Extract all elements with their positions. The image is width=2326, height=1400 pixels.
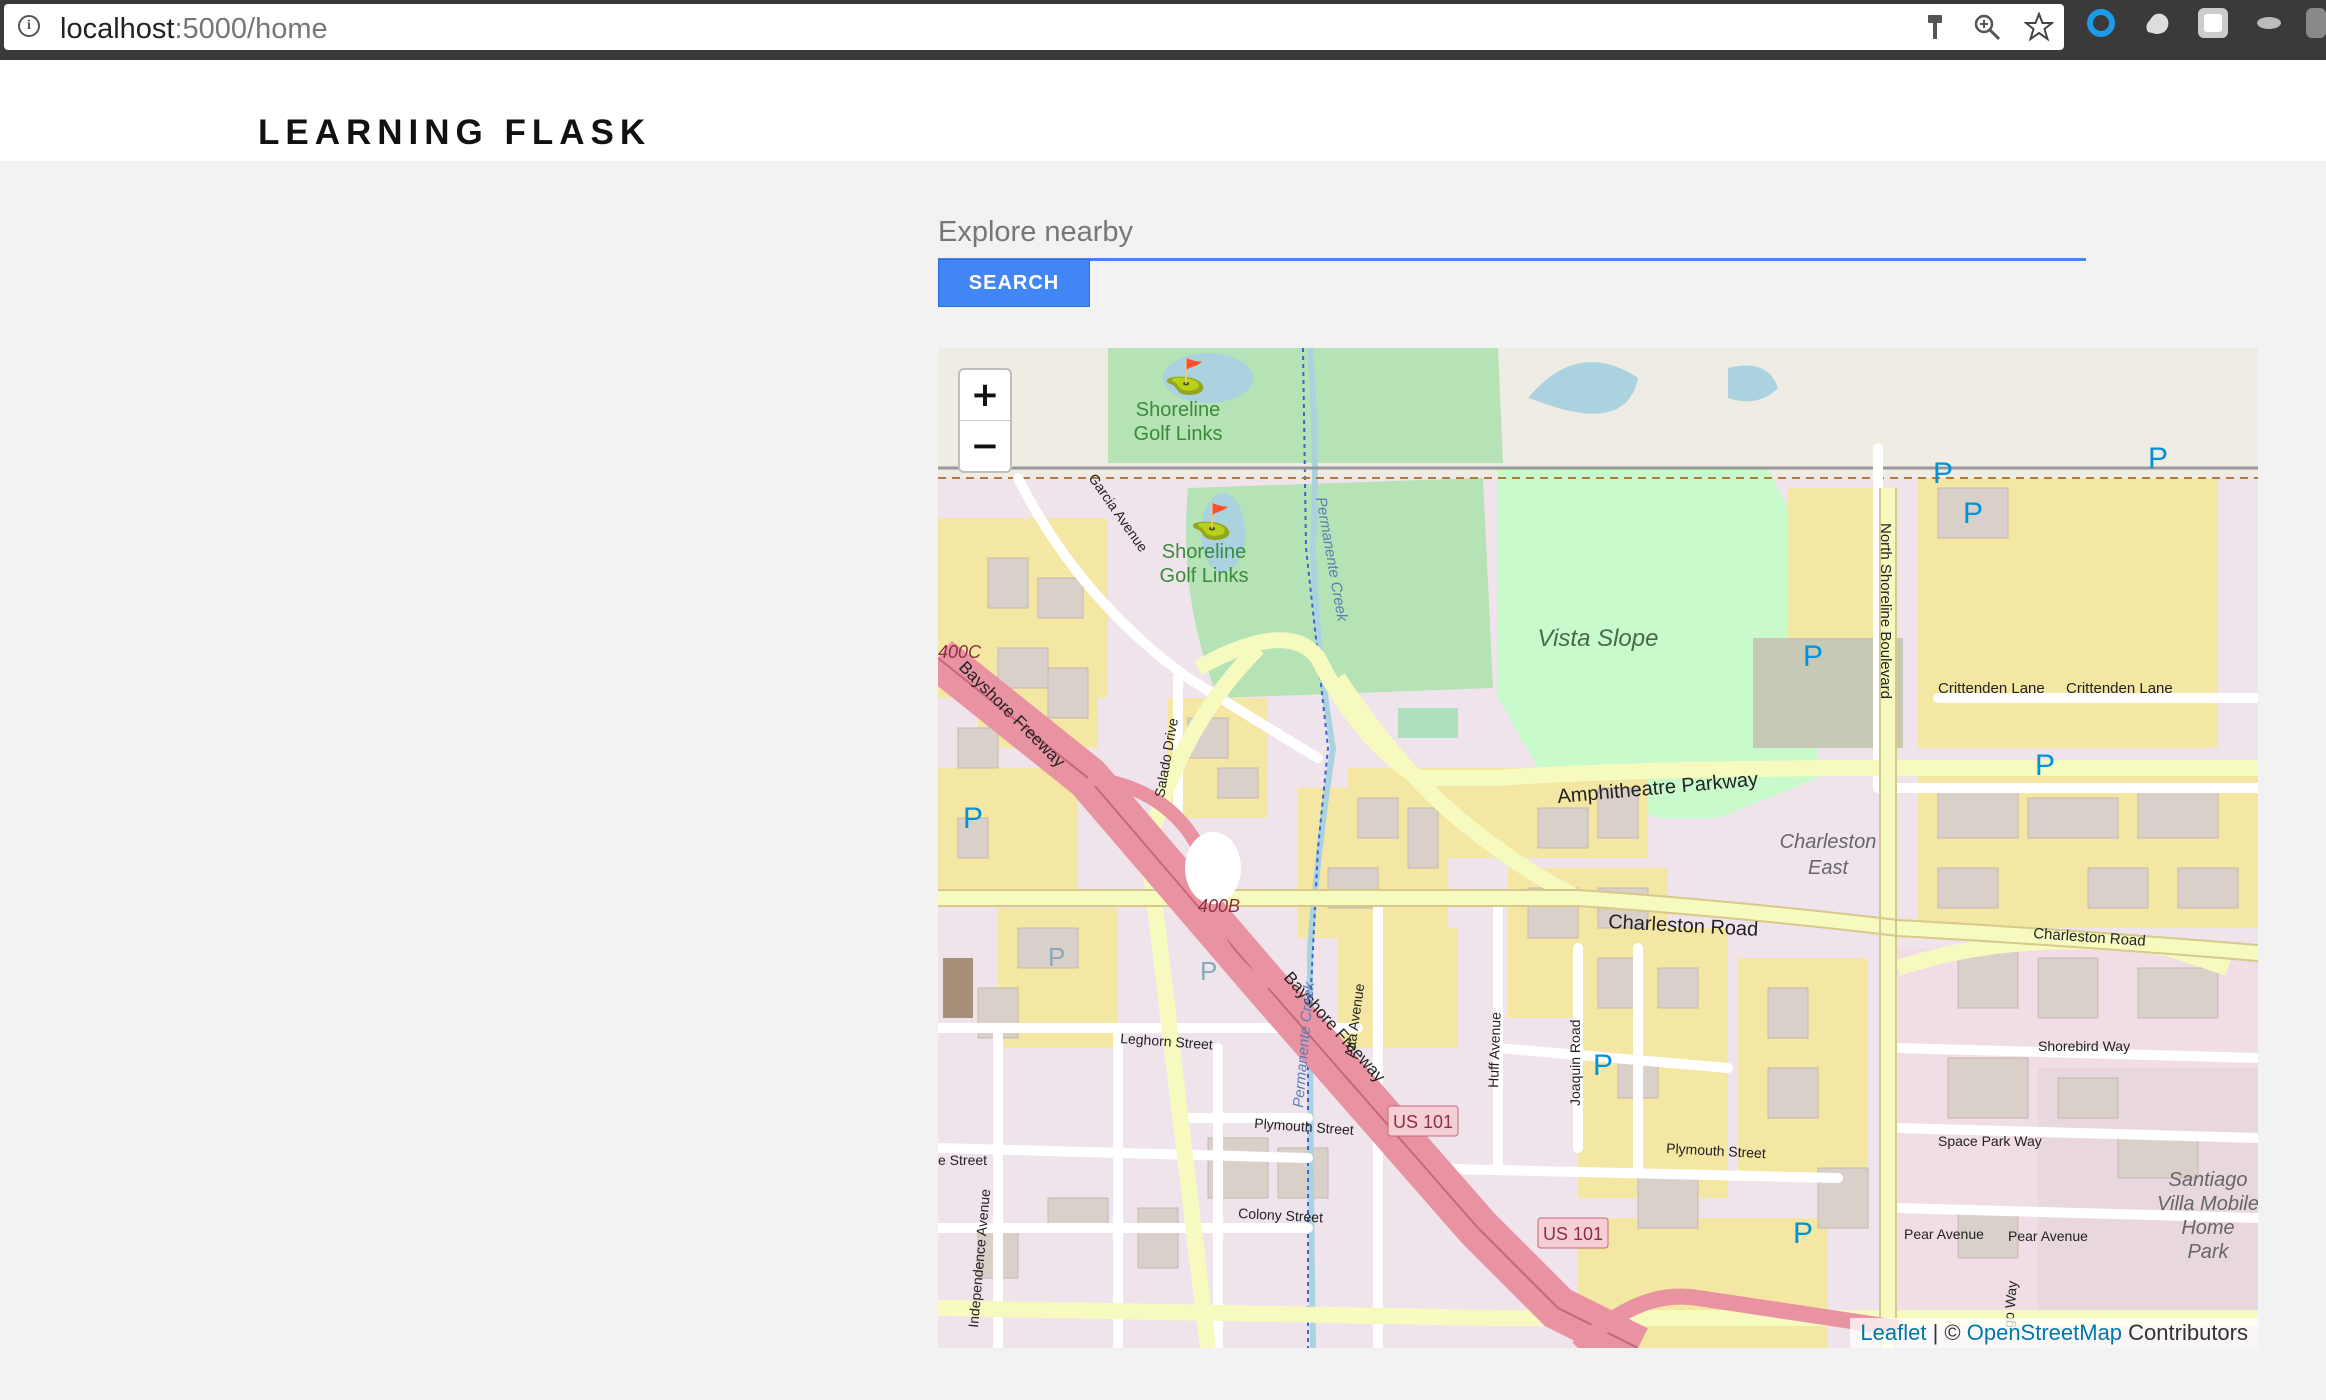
extension-edge-icon[interactable] bbox=[2306, 8, 2326, 38]
parking-marker: P bbox=[2148, 442, 2168, 475]
zoom-in-button[interactable]: + bbox=[960, 370, 1010, 421]
extension-cloud-icon[interactable] bbox=[2142, 8, 2172, 38]
parking-marker: P bbox=[1048, 942, 1065, 972]
street-label: Pear Avenue bbox=[2008, 1228, 2088, 1244]
extension-eye-icon[interactable] bbox=[2254, 8, 2284, 38]
shoreline-golf-links-label: Golf Links bbox=[1134, 423, 1223, 445]
extension-ring-icon[interactable] bbox=[2086, 8, 2116, 38]
leaflet-link[interactable]: Leaflet bbox=[1860, 1320, 1926, 1345]
us101-shield: US 101 bbox=[1543, 1224, 1603, 1244]
address-bar[interactable]: i localhost:5000/home bbox=[4, 4, 2064, 50]
openstreetmap-link[interactable]: OpenStreetMap bbox=[1967, 1320, 2122, 1345]
url-text[interactable]: localhost:5000/home bbox=[60, 12, 328, 46]
parking-marker: P bbox=[1200, 956, 1217, 986]
parking-marker: P bbox=[2035, 749, 2055, 782]
street-label: Crittenden Lane bbox=[2066, 680, 2173, 697]
street-label: Space Park Way bbox=[1938, 1133, 2042, 1149]
brand-logo[interactable]: LEARNING FLASK bbox=[258, 113, 651, 153]
zoom-out-button[interactable]: − bbox=[960, 421, 1010, 471]
extension-square-icon[interactable] bbox=[2198, 8, 2228, 38]
parking-marker: P bbox=[1963, 497, 1983, 530]
street-label: Huff Avenue bbox=[1485, 1012, 1504, 1088]
parking-marker: P bbox=[1933, 457, 1953, 490]
santiago-label: Home bbox=[2181, 1217, 2234, 1239]
vista-slope-label: Vista Slope bbox=[1538, 625, 1659, 652]
paint-roller-icon[interactable] bbox=[1920, 12, 1950, 42]
golf-icon: ⛳ bbox=[1190, 502, 1232, 542]
info-icon[interactable]: i bbox=[18, 15, 40, 37]
parking-marker: P bbox=[963, 802, 983, 835]
browser-chrome: i localhost:5000/home bbox=[0, 0, 2326, 60]
shoreline-golf-links-label: Shoreline bbox=[1162, 541, 1247, 563]
shoreline-golf-links-label: Golf Links bbox=[1160, 565, 1249, 587]
street-label: Crittenden Lane bbox=[1938, 680, 2045, 697]
charleston-east-label: Charleston bbox=[1780, 831, 1877, 853]
search-button[interactable]: SEARCH bbox=[938, 259, 1090, 307]
street-label: Joaquin Road bbox=[1567, 1020, 1583, 1106]
exit-label: 400B bbox=[1198, 896, 1240, 916]
street-label: North Shoreline Boulevard bbox=[1877, 523, 1894, 699]
map[interactable]: P P P P P P P P P P ⛳ ⛳ Shoreline Golf L… bbox=[938, 348, 2258, 1348]
shoreline-golf-links-label: Shoreline bbox=[1136, 399, 1221, 421]
exit-label: 400C bbox=[938, 642, 982, 662]
map-tiles[interactable]: P P P P P P P P P P ⛳ ⛳ Shoreline Golf L… bbox=[938, 348, 2258, 1348]
search-input[interactable] bbox=[938, 206, 2086, 261]
street-label: e Street bbox=[938, 1152, 987, 1168]
street-label: Pear Avenue bbox=[1904, 1226, 1984, 1242]
golf-icon: ⛳ bbox=[1164, 357, 1206, 397]
zoom-icon[interactable] bbox=[1972, 12, 2002, 42]
charleston-east-label: East bbox=[1808, 857, 1849, 879]
parking-marker: P bbox=[1593, 1049, 1613, 1082]
zoom-control: + − bbox=[958, 368, 1012, 473]
santiago-label: Villa Mobile bbox=[2157, 1193, 2258, 1215]
street-label: Shorebird Way bbox=[2038, 1038, 2130, 1054]
star-icon[interactable] bbox=[2023, 11, 2055, 42]
santiago-label: Santiago bbox=[2169, 1169, 2248, 1191]
map-attribution: Leaflet | © OpenStreetMap Contributors bbox=[1850, 1318, 2258, 1348]
us101-shield: US 101 bbox=[1393, 1112, 1453, 1132]
santiago-label: Park bbox=[2187, 1241, 2229, 1263]
parking-marker: P bbox=[1803, 640, 1823, 673]
parking-marker: P bbox=[1793, 1217, 1813, 1250]
